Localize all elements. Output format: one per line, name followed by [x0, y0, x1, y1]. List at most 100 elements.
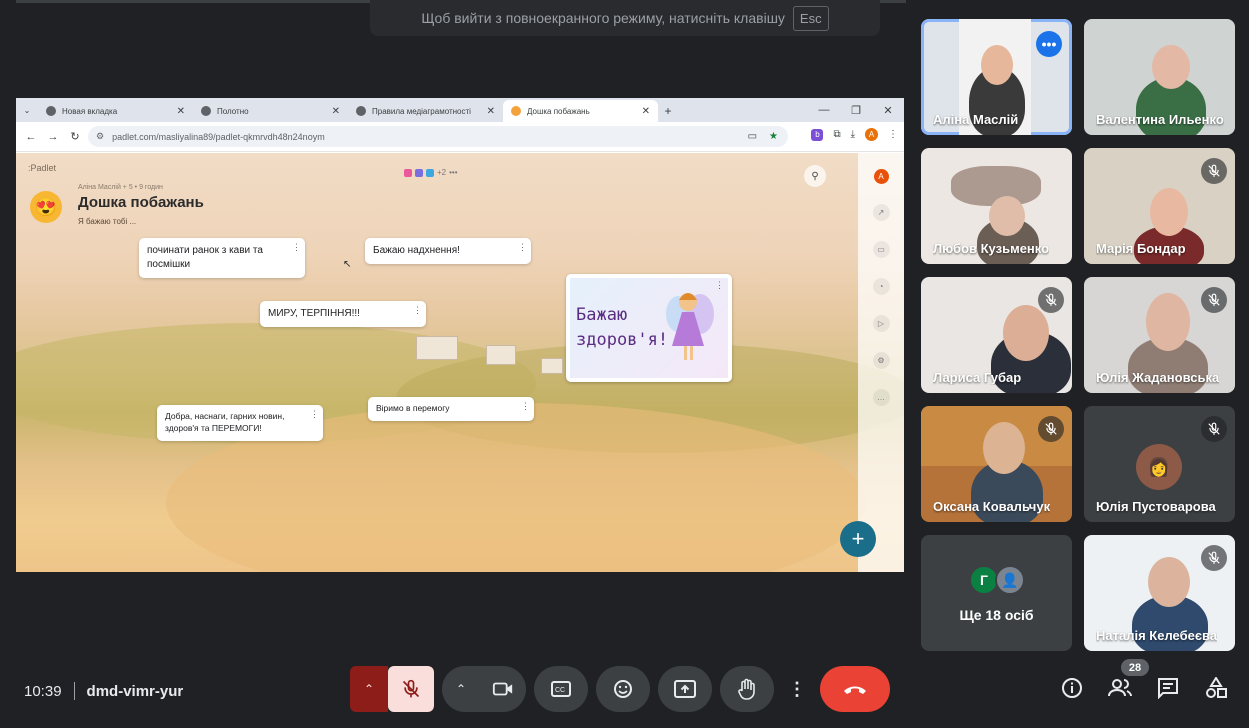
- participant-name: Аліна Маслій: [933, 112, 1019, 127]
- more-avatars: Г 👤: [969, 565, 1025, 595]
- slideshow-icon[interactable]: ▭: [872, 241, 890, 258]
- viewer-avatar-icon: [404, 168, 412, 177]
- tab-label: Новая вкладка: [62, 106, 118, 116]
- bell-icon[interactable]: ◔: [872, 278, 890, 295]
- padlet-icon: [201, 106, 211, 116]
- back-icon[interactable]: ←: [20, 131, 42, 143]
- close-window-icon[interactable]: ✕: [872, 98, 904, 122]
- url-input[interactable]: ⚙ padlet.com/masliyalina89/padlet-qkmrvd…: [88, 126, 788, 147]
- present-icon: [674, 680, 696, 698]
- participant-name: Любов Кузьменко: [933, 241, 1050, 256]
- post-card[interactable]: Бажаю надхнення! ⋮: [365, 238, 531, 264]
- activities-icon: [1206, 677, 1227, 698]
- video-settings-chevron-icon[interactable]: ⌃: [442, 666, 480, 712]
- mic-toggle-button[interactable]: [388, 666, 434, 712]
- mic-off-icon: [1201, 416, 1227, 442]
- extension-icon[interactable]: b: [811, 128, 824, 141]
- tab-new-tab[interactable]: Новая вкладка ✕: [38, 100, 193, 122]
- post-card[interactable]: МИРУ, ТЕРПІННЯ!!! ⋮: [260, 301, 426, 327]
- post-more-icon[interactable]: ⋮: [292, 241, 301, 254]
- post-more-icon[interactable]: ⋮: [413, 304, 422, 317]
- restore-icon[interactable]: ❐: [840, 98, 872, 122]
- audio-settings-chevron-icon[interactable]: ⌃: [350, 666, 388, 712]
- download-icon[interactable]: ⤓: [851, 129, 855, 140]
- more-options-icon[interactable]: •••: [1036, 31, 1062, 57]
- image-post-picture: Бажаю здоров'я! ⋮: [570, 278, 728, 378]
- extensions-puzzle-icon[interactable]: ⧉: [833, 129, 840, 140]
- participant-tile[interactable]: Марія Бондар: [1084, 148, 1235, 264]
- search-icon[interactable]: ⚲: [804, 165, 826, 187]
- tab-media-rules[interactable]: Правила медіаграмотності ✕: [348, 100, 503, 122]
- tab-wish-board[interactable]: Дошка побажань ✕: [503, 100, 658, 122]
- present-screen-button[interactable]: [658, 666, 712, 712]
- post-text: Бажаю надхнення!: [373, 245, 460, 256]
- participant-tile[interactable]: Юлія Жадановська: [1084, 277, 1235, 393]
- participant-avatar: 👩: [1136, 444, 1182, 490]
- raise-hand-button[interactable]: [720, 666, 774, 712]
- site-settings-icon[interactable]: ⚙: [96, 131, 104, 142]
- reload-icon[interactable]: ↻: [64, 130, 86, 143]
- post-more-icon[interactable]: ⋮: [715, 280, 724, 291]
- share-icon[interactable]: ↗: [872, 204, 890, 221]
- post-card[interactable]: Добра, наснаги, гарних новин, здоров'я т…: [157, 405, 323, 441]
- play-icon[interactable]: ▷: [872, 315, 890, 332]
- padlet-brand[interactable]: :Padlet: [28, 163, 56, 173]
- user-avatar[interactable]: A: [873, 169, 889, 184]
- post-card[interactable]: починати ранок з кави та посмішки ⋮: [139, 238, 305, 278]
- leave-call-button[interactable]: [820, 666, 890, 712]
- close-icon[interactable]: ✕: [487, 106, 495, 117]
- viewer-avatar-icon: [415, 168, 423, 177]
- hand-icon: [738, 678, 755, 700]
- people-button[interactable]: [1108, 676, 1132, 700]
- divider: [73, 682, 75, 700]
- participant-tile[interactable]: Наталія Келебеєва: [1084, 535, 1235, 651]
- meeting-time: 10:39: [24, 682, 62, 700]
- post-text: починати ранок з кави та посмішки: [147, 245, 263, 270]
- tab-canvas[interactable]: Полотно ✕: [193, 100, 348, 122]
- mouse-cursor-icon: ↖: [343, 259, 352, 270]
- participant-tile[interactable]: Любов Кузьменко: [921, 148, 1072, 264]
- settings-gear-icon[interactable]: ⚙: [872, 352, 890, 369]
- participant-tile[interactable]: 👩 Юлія Пустоварова: [1084, 406, 1235, 522]
- more-options-icon[interactable]: ⋮: [782, 666, 812, 712]
- image-post-card[interactable]: Бажаю здоров'я! ⋮: [566, 274, 732, 382]
- browser-menu-icon[interactable]: ⋮: [888, 129, 898, 140]
- more-participants-tile[interactable]: Г 👤 Ще 18 осіб: [921, 535, 1072, 651]
- video-face: [1003, 305, 1049, 361]
- participant-tile[interactable]: Валентина Ильенко: [1084, 19, 1235, 135]
- cast-icon[interactable]: ▭: [748, 131, 757, 142]
- participant-tile[interactable]: ••• Аліна Маслій: [921, 19, 1072, 135]
- participant-name: Лариса Губар: [933, 370, 1022, 385]
- post-card[interactable]: Віримо в перемогу ⋮: [368, 397, 534, 421]
- chat-button[interactable]: [1156, 676, 1180, 700]
- image-post-line: здоров'я!: [576, 330, 669, 350]
- minimize-icon[interactable]: —: [808, 98, 840, 122]
- post-text: Віримо в перемогу: [376, 403, 450, 413]
- globe-icon: [46, 106, 56, 116]
- more-options-icon[interactable]: …: [872, 389, 890, 406]
- new-tab-button[interactable]: +: [658, 100, 678, 122]
- add-post-button[interactable]: +: [840, 521, 876, 557]
- mic-off-icon: [402, 679, 420, 698]
- camera-toggle-button[interactable]: [480, 666, 526, 712]
- post-more-icon[interactable]: ⋮: [521, 400, 530, 413]
- activities-button[interactable]: [1204, 676, 1228, 700]
- meeting-details-button[interactable]: [1060, 676, 1084, 700]
- reactions-button[interactable]: [596, 666, 650, 712]
- post-more-icon[interactable]: ⋮: [310, 408, 319, 421]
- participant-tile[interactable]: Оксана Ковальчук: [921, 406, 1072, 522]
- more-participants-label: Ще 18 осіб: [959, 607, 1034, 623]
- profile-avatar[interactable]: A: [865, 128, 878, 141]
- participant-tile[interactable]: Лариса Губар: [921, 277, 1072, 393]
- participant-name: Оксана Ковальчук: [933, 499, 1051, 514]
- call-controls: ⌃ ⌃ CC ⋮: [350, 666, 890, 712]
- close-icon[interactable]: ✕: [642, 106, 650, 117]
- landscape-house: [416, 336, 458, 360]
- post-more-icon[interactable]: ⋮: [518, 241, 527, 254]
- captions-button[interactable]: CC: [534, 666, 588, 712]
- close-icon[interactable]: ✕: [177, 106, 185, 117]
- forward-icon[interactable]: →: [42, 131, 64, 143]
- bookmark-star-icon[interactable]: ★: [769, 131, 778, 142]
- close-icon[interactable]: ✕: [332, 106, 340, 117]
- tab-search-icon[interactable]: ⌄: [16, 98, 38, 122]
